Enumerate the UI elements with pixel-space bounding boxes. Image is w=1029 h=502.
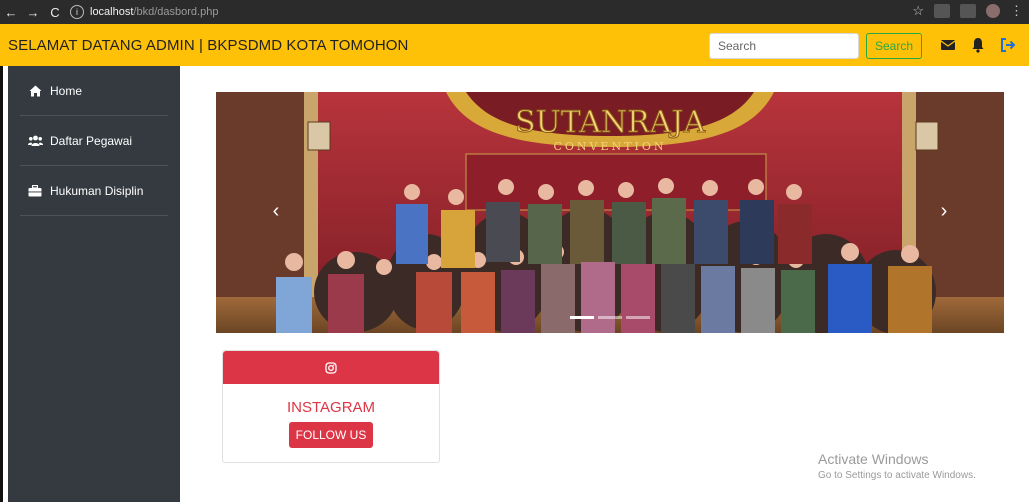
screen: ← → C i localhost/bkd/dasbord.php ☆ ⋮ SE… <box>0 0 1029 502</box>
card-title: INSTAGRAM <box>286 399 376 416</box>
forward-arrow-icon[interactable]: → <box>22 5 44 20</box>
top-navbar: SELAMAT DATANG ADMIN | BKPSDMD KOTA TOMO… <box>0 24 1029 66</box>
bookmark-star-icon[interactable]: ☆ <box>912 3 924 19</box>
sidebar-item-label: Home <box>50 83 83 98</box>
menu-kebab-icon[interactable]: ⋮ <box>1010 3 1023 19</box>
users-icon <box>26 135 44 146</box>
extension-icon[interactable] <box>960 4 976 18</box>
back-arrow-icon[interactable]: ← <box>0 5 22 20</box>
window-edge <box>0 24 3 502</box>
profile-avatar-icon[interactable] <box>986 4 1000 18</box>
carousel-indicators <box>216 316 1004 319</box>
sidebar-item-daftar-pegawai[interactable]: Daftar Pegawai <box>20 116 168 166</box>
sidebar-item-home[interactable]: Home <box>20 66 168 116</box>
watermark-title: Activate Windows <box>818 451 929 467</box>
bell-icon[interactable] <box>970 37 986 53</box>
sidebar: Home Daftar Pegawai Hukuman Disiplin <box>8 66 180 502</box>
briefcase-icon <box>26 184 44 197</box>
carousel-indicator[interactable] <box>598 316 622 319</box>
address-bar[interactable]: i localhost/bkd/dasbord.php <box>70 3 770 21</box>
envelope-icon[interactable] <box>940 37 956 53</box>
reload-icon[interactable]: C <box>44 5 66 20</box>
follow-us-button[interactable]: FOLLOW US <box>289 422 373 448</box>
carousel-indicator[interactable] <box>626 316 650 319</box>
instagram-card: INSTAGRAM FOLLOW US <box>222 350 440 463</box>
info-icon[interactable]: i <box>70 5 84 19</box>
extension-icon[interactable] <box>934 4 950 18</box>
carousel-indicator[interactable] <box>570 316 594 319</box>
carousel-next-chevron-icon[interactable]: › <box>932 196 956 226</box>
banner-subtitle-text: CONVENTION <box>554 140 667 153</box>
browser-toolbar: ← → C i localhost/bkd/dasbord.php ☆ ⋮ <box>0 0 1029 24</box>
carousel-prev-chevron-icon[interactable]: ‹ <box>264 196 288 226</box>
image-carousel[interactable]: SUTANRAJA CONVENTION ‹ › <box>216 92 1004 333</box>
instagram-icon <box>325 361 337 374</box>
sidebar-item-label: Hukuman Disiplin <box>50 183 144 198</box>
home-icon <box>26 85 44 97</box>
sidebar-item-label: Daftar Pegawai <box>50 133 133 148</box>
navbar-brand[interactable]: SELAMAT DATANG ADMIN | BKPSDMD KOTA TOMO… <box>8 37 408 54</box>
search-button[interactable]: Search <box>866 33 922 59</box>
carousel-slide-image: SUTANRAJA CONVENTION <box>216 92 1004 333</box>
watermark-subtitle: Go to Settings to activate Windows. <box>818 470 976 481</box>
url-host: localhost <box>90 6 134 18</box>
sidebar-item-hukuman-disiplin[interactable]: Hukuman Disiplin <box>20 166 168 216</box>
search-input[interactable] <box>709 33 859 59</box>
sign-out-icon[interactable] <box>1000 37 1016 53</box>
windows-activation-watermark: Activate Windows Go to Settings to activ… <box>818 451 976 481</box>
banner-title-text: SUTANRAJA <box>515 105 705 140</box>
card-header <box>223 351 439 384</box>
url-path: /bkd/dasbord.php <box>133 6 219 18</box>
